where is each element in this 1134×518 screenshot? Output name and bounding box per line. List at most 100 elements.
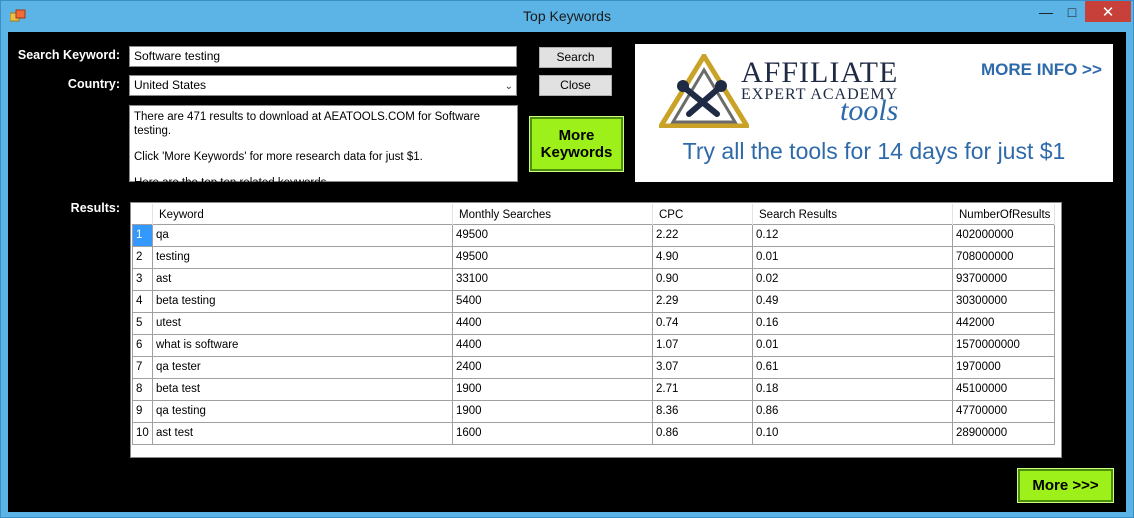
number-of-results-cell[interactable]: 1570000000 — [951, 333, 1056, 357]
monthly-searches-cell[interactable]: 1600 — [452, 421, 653, 445]
monthly-searches-cell[interactable]: 4400 — [452, 333, 653, 357]
monthly-searches-cell[interactable]: 1900 — [452, 377, 653, 401]
keyword-cell[interactable]: qa tester — [152, 355, 453, 379]
keyword-cell[interactable]: what is software — [152, 333, 453, 357]
keyword-cell[interactable]: utest — [152, 311, 453, 335]
ad-affiliate-text: AFFILIATE — [741, 56, 899, 89]
window-title: Top Keywords — [523, 8, 611, 24]
search-button[interactable]: Search — [539, 47, 612, 68]
cpc-cell[interactable]: 3.07 — [652, 355, 753, 379]
number-of-results-cell[interactable]: 402000000 — [951, 223, 1056, 247]
table-row[interactable]: 10 ast test 1600 0.86 0.10 28900000 — [132, 421, 1056, 445]
ad-more-info-link[interactable]: MORE INFO >> — [981, 60, 1102, 80]
column-header-keyword[interactable]: Keyword — [152, 204, 453, 224]
table-row[interactable]: 6 what is software 4400 1.07 0.01 1570000000 — [132, 333, 1056, 357]
table-row[interactable]: 1 qa 49500 2.22 0.12 402000000 — [132, 223, 1056, 247]
row-number[interactable]: 4 — [132, 289, 153, 313]
row-number[interactable]: 3 — [132, 267, 153, 291]
table-row[interactable]: 9 qa testing 1900 8.36 0.86 47700000 — [132, 399, 1056, 423]
cpc-cell[interactable]: 2.71 — [652, 377, 753, 401]
row-header-corner[interactable] — [132, 204, 153, 224]
table-row[interactable]: 2 testing 49500 4.90 0.01 708000000 — [132, 245, 1056, 269]
minimize-icon[interactable]: — — [1033, 1, 1059, 22]
table-row[interactable]: 4 beta testing 5400 2.29 0.49 30300000 — [132, 289, 1056, 313]
cpc-cell[interactable]: 0.74 — [652, 311, 753, 335]
country-label: Country: — [67, 77, 120, 91]
column-header-number-of-results[interactable]: NumberOfResults — [952, 204, 1056, 224]
cpc-cell[interactable]: 1.07 — [652, 333, 753, 357]
number-of-results-cell[interactable]: 30300000 — [951, 289, 1056, 313]
search-results-cell[interactable]: 0.16 — [752, 311, 953, 335]
row-number[interactable]: 6 — [132, 333, 153, 357]
number-of-results-cell[interactable]: 45100000 — [951, 377, 1056, 401]
table-row[interactable]: 8 beta test 1900 2.71 0.18 45100000 — [132, 377, 1056, 401]
monthly-searches-cell[interactable]: 33100 — [452, 267, 653, 291]
row-number[interactable]: 2 — [132, 245, 153, 269]
table-row[interactable]: 3 ast 33100 0.90 0.02 93700000 — [132, 267, 1056, 291]
keyword-cell[interactable]: qa — [152, 223, 453, 247]
cpc-cell[interactable]: 8.36 — [652, 399, 753, 423]
number-of-results-cell[interactable]: 442000 — [951, 311, 1056, 335]
number-of-results-cell[interactable]: 1970000 — [951, 355, 1056, 379]
number-of-results-cell[interactable]: 708000000 — [951, 245, 1056, 269]
table-row[interactable]: 5 utest 4400 0.74 0.16 442000 — [132, 311, 1056, 335]
search-results-cell[interactable]: 0.86 — [752, 399, 953, 423]
keyword-cell[interactable]: qa testing — [152, 399, 453, 423]
row-number[interactable]: 8 — [132, 377, 153, 401]
info-text-box[interactable]: There are 471 results to download at AEA… — [129, 105, 518, 189]
search-results-cell[interactable]: 0.02 — [752, 267, 953, 291]
monthly-searches-cell[interactable]: 49500 — [452, 223, 653, 247]
number-of-results-cell[interactable]: 28900000 — [951, 421, 1056, 445]
row-number[interactable]: 9 — [132, 399, 153, 423]
affiliate-ad-banner[interactable]: AFFILIATE EXPERT ACADEMY tools MORE INFO… — [635, 44, 1113, 182]
more-button[interactable]: More >>> — [1017, 468, 1114, 503]
column-header-search-results[interactable]: Search Results — [752, 204, 953, 224]
row-number[interactable]: 5 — [132, 311, 153, 335]
row-number[interactable]: 10 — [132, 421, 153, 445]
column-header-monthly-searches[interactable]: Monthly Searches — [452, 204, 653, 224]
chevron-down-icon[interactable]: ⌄ — [505, 79, 513, 94]
close-button[interactable]: Close — [539, 75, 612, 96]
monthly-searches-cell[interactable]: 49500 — [452, 245, 653, 269]
info-line-1: There are 471 results to download at AEA… — [134, 111, 481, 137]
cpc-cell[interactable]: 0.86 — [652, 421, 753, 445]
results-grid[interactable]: Keyword Monthly Searches CPC Search Resu… — [130, 202, 1062, 458]
search-results-cell[interactable]: 0.49 — [752, 289, 953, 313]
row-number[interactable]: 1 — [132, 223, 153, 247]
info-line-2: Click 'More Keywords' for more research … — [134, 151, 423, 163]
column-header-cpc[interactable]: CPC — [652, 204, 753, 224]
monthly-searches-cell[interactable]: 1900 — [452, 399, 653, 423]
monthly-searches-cell[interactable]: 4400 — [452, 311, 653, 335]
search-results-cell[interactable]: 0.12 — [752, 223, 953, 247]
keyword-cell[interactable]: ast — [152, 267, 453, 291]
monthly-searches-cell[interactable]: 2400 — [452, 355, 653, 379]
table-row[interactable]: 7 qa tester 2400 3.07 0.61 1970000 — [132, 355, 1056, 379]
search-results-cell[interactable]: 0.18 — [752, 377, 953, 401]
search-keyword-input[interactable]: Software testing — [129, 46, 517, 67]
monthly-searches-cell[interactable]: 5400 — [452, 289, 653, 313]
cpc-cell[interactable]: 0.90 — [652, 267, 753, 291]
more-keywords-button[interactable]: More Keywords — [529, 116, 624, 172]
search-results-cell[interactable]: 0.01 — [752, 245, 953, 269]
search-results-cell[interactable]: 0.01 — [752, 333, 953, 357]
cpc-cell[interactable]: 4.90 — [652, 245, 753, 269]
cpc-cell[interactable]: 2.22 — [652, 223, 753, 247]
keyword-cell[interactable]: testing — [152, 245, 453, 269]
app-window: Top Keywords — □ ✕ Search Keyword: Softw… — [0, 0, 1134, 518]
country-select[interactable]: United States ⌄ — [129, 75, 517, 96]
maximize-icon[interactable]: □ — [1059, 1, 1085, 22]
number-of-results-cell[interactable]: 47700000 — [951, 399, 1056, 423]
search-keyword-label: Search Keyword: — [17, 48, 120, 62]
keyword-cell[interactable]: beta test — [152, 377, 453, 401]
search-results-cell[interactable]: 0.61 — [752, 355, 953, 379]
keyword-cell[interactable]: beta testing — [152, 289, 453, 313]
keyword-cell[interactable]: ast test — [152, 421, 453, 445]
cpc-cell[interactable]: 2.29 — [652, 289, 753, 313]
close-window-icon[interactable]: ✕ — [1085, 1, 1131, 22]
search-results-cell[interactable]: 0.10 — [752, 421, 953, 445]
country-value: United States — [134, 78, 207, 92]
row-number[interactable]: 7 — [132, 355, 153, 379]
title-bar[interactable]: Top Keywords — □ ✕ — [1, 1, 1133, 32]
ad-tools-text: tools — [840, 94, 899, 127]
number-of-results-cell[interactable]: 93700000 — [951, 267, 1056, 291]
